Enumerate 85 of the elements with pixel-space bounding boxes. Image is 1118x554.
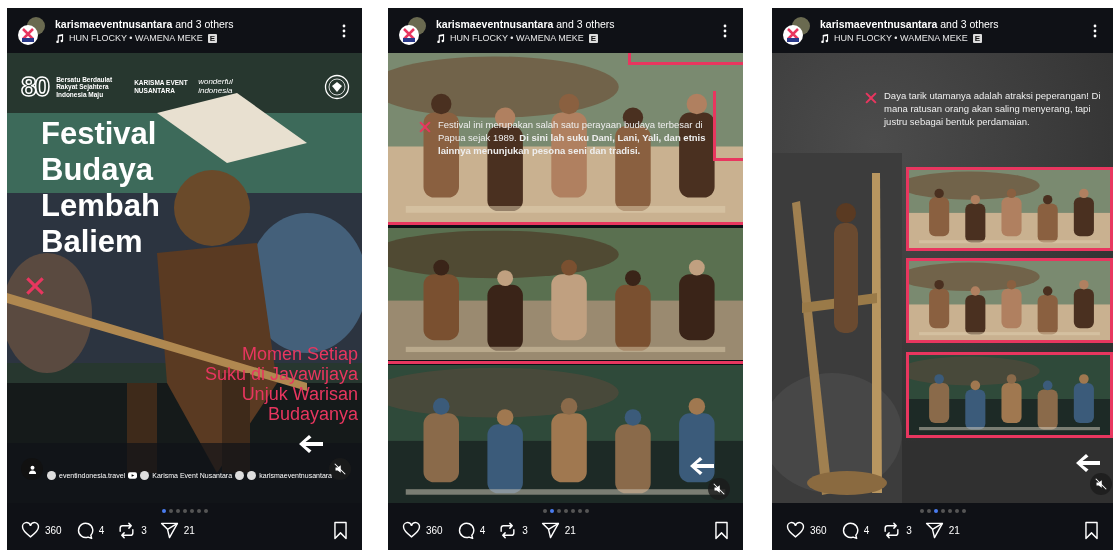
carousel-dot[interactable] xyxy=(584,509,589,513)
explicit-badge: E xyxy=(207,33,218,43)
carousel-dot[interactable] xyxy=(926,509,931,513)
repost-count: 3 xyxy=(141,525,147,536)
like-count: 360 xyxy=(426,525,443,536)
comment-count: 4 xyxy=(98,525,105,536)
avatar-icon[interactable] xyxy=(782,15,812,46)
carousel-dot[interactable] xyxy=(196,509,201,513)
carousel-dot[interactable] xyxy=(203,509,208,513)
cross-mark-icon xyxy=(24,275,46,297)
like-count: 360 xyxy=(45,525,62,536)
repost-icon[interactable] xyxy=(498,521,518,540)
muted-speaker-icon xyxy=(334,463,346,475)
muted-speaker-icon xyxy=(1095,478,1107,490)
carousel-dot[interactable] xyxy=(961,509,966,513)
carousel-dot[interactable] xyxy=(189,509,194,513)
send-icon[interactable] xyxy=(924,521,944,540)
carousel-dot[interactable] xyxy=(182,509,187,513)
subtitle-line: Momen Setiap xyxy=(241,344,358,364)
tourism-logo: wonderful indonesia xyxy=(198,78,234,96)
post-author[interactable]: karismaeventnusantara and 3 others xyxy=(436,18,715,30)
emblem-icon xyxy=(324,74,350,100)
carousel-dot[interactable] xyxy=(563,509,568,513)
repost-icon[interactable] xyxy=(117,521,137,540)
more-options-icon[interactable] xyxy=(1093,23,1097,38)
carousel-dot[interactable] xyxy=(577,509,582,513)
share-count: 21 xyxy=(564,525,576,536)
carousel-dot[interactable] xyxy=(940,509,945,513)
heart-icon[interactable] xyxy=(21,521,40,540)
song-title[interactable]: HUN FLOCKY • WAMENA MEKE xyxy=(69,33,203,43)
subtitle-line: Unjuk Warisan xyxy=(241,384,358,404)
title-line: Baliem xyxy=(41,224,144,260)
carousel-dot[interactable] xyxy=(542,509,547,513)
explicit-badge: E xyxy=(588,33,599,43)
repost-count: 3 xyxy=(906,525,912,536)
carousel-dot[interactable] xyxy=(570,509,575,513)
subtitle-line: Budayanya xyxy=(267,404,358,424)
song-title[interactable]: HUN FLOCKY • WAMENA MEKE xyxy=(834,33,968,43)
caption-text: Daya tarik utamanya adalah atraksi peperangan! Di mana ratusan orang akan saling menyerang, tapi justru sebagai bentuk perdamaian. xyxy=(884,90,1102,129)
person-icon xyxy=(27,464,37,474)
carousel-dot[interactable] xyxy=(549,509,554,513)
avatar-icon[interactable] xyxy=(17,15,47,46)
send-icon[interactable] xyxy=(540,521,560,540)
carousel-dot[interactable] xyxy=(168,509,173,513)
music-note-icon xyxy=(55,33,64,43)
arrow-left-icon xyxy=(297,433,325,455)
carousel-dot[interactable] xyxy=(919,509,924,513)
repost-icon[interactable] xyxy=(882,521,902,540)
bookmark-icon[interactable] xyxy=(331,521,350,540)
carousel-dot[interactable] xyxy=(954,509,959,513)
title-line: Festival xyxy=(41,116,158,152)
title-line: Budaya xyxy=(41,152,155,188)
comment-count: 4 xyxy=(479,525,486,536)
carousel-dot[interactable] xyxy=(556,509,561,513)
music-note-icon xyxy=(820,33,829,43)
like-count: 360 xyxy=(810,525,827,536)
bookmark-icon[interactable] xyxy=(712,521,731,540)
avatar-icon[interactable] xyxy=(398,15,428,46)
more-options-icon[interactable] xyxy=(723,23,727,38)
heart-icon[interactable] xyxy=(402,521,421,540)
cross-mark-icon xyxy=(418,120,432,134)
bookmark-icon[interactable] xyxy=(1082,521,1101,540)
cross-mark-icon xyxy=(864,91,878,105)
more-options-icon[interactable] xyxy=(342,23,346,38)
video-play-icon xyxy=(128,471,138,480)
anniversary-logo: 80 xyxy=(21,71,49,103)
carousel-dot[interactable] xyxy=(947,509,952,513)
carousel-dot[interactable] xyxy=(175,509,180,513)
explicit-badge: E xyxy=(972,33,983,43)
arrow-left-icon xyxy=(1074,452,1102,474)
song-title[interactable]: HUN FLOCKY • WAMENA MEKE xyxy=(450,33,584,43)
muted-speaker-icon xyxy=(713,483,725,495)
music-note-icon xyxy=(436,33,445,43)
arrow-left-icon xyxy=(688,455,716,477)
heart-icon[interactable] xyxy=(786,521,805,540)
post-author[interactable]: karismaeventnusantara and 3 others xyxy=(55,18,334,30)
share-count: 21 xyxy=(183,525,195,536)
share-count: 21 xyxy=(948,525,960,536)
carousel-dot[interactable] xyxy=(161,509,166,513)
repost-count: 3 xyxy=(522,525,528,536)
send-icon[interactable] xyxy=(159,521,179,540)
carousel-dot[interactable] xyxy=(933,509,938,513)
comment-count: 4 xyxy=(863,525,870,536)
post-author[interactable]: karismaeventnusantara and 3 others xyxy=(820,18,1085,30)
title-line: Lembah xyxy=(41,188,160,224)
